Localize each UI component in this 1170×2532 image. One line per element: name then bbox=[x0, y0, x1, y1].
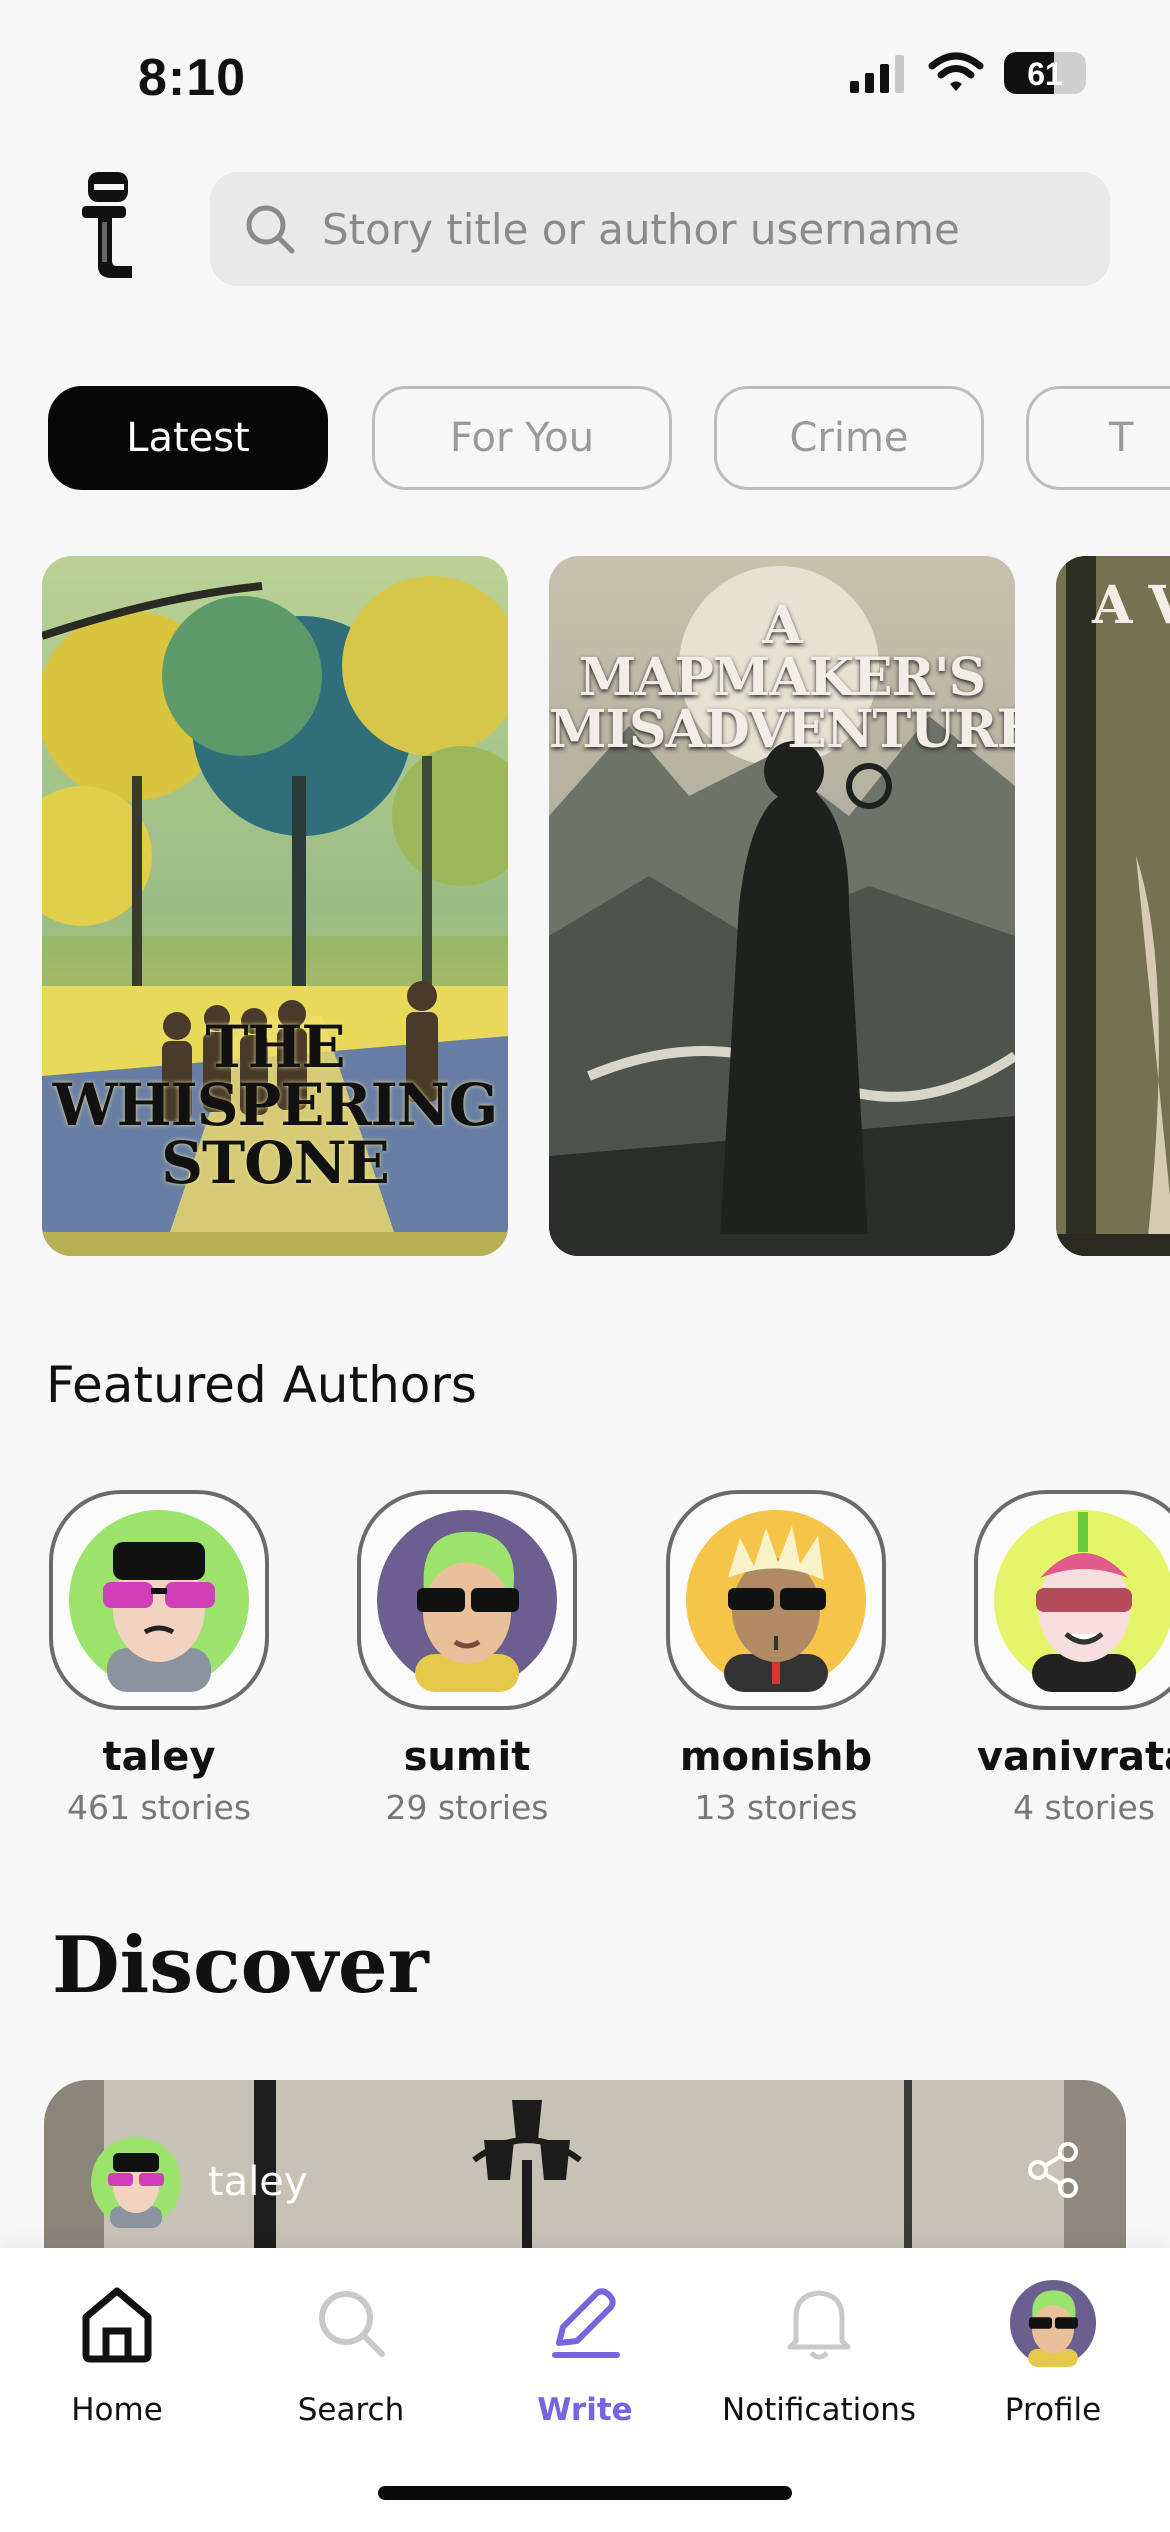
author-story-count: 461 stories bbox=[66, 1788, 252, 1827]
battery-icon: 61 bbox=[1004, 52, 1086, 94]
cover-title-line: THE bbox=[205, 1013, 345, 1081]
featured-authors-title: Featured Authors bbox=[46, 1356, 477, 1414]
card-author[interactable]: taley bbox=[90, 2136, 308, 2228]
nav-label: Home bbox=[71, 2392, 163, 2428]
app-logo[interactable] bbox=[72, 166, 152, 286]
wifi-icon bbox=[928, 52, 984, 91]
author-card-taley[interactable]: taley 461 stories bbox=[19, 1490, 299, 1827]
cover-title-line: D bbox=[1092, 632, 1170, 684]
nav-label: Write bbox=[537, 2392, 633, 2428]
nav-notifications[interactable]: Notifications bbox=[702, 2278, 936, 2428]
cellular-signal-icon bbox=[850, 55, 904, 93]
search-icon bbox=[319, 2291, 385, 2357]
avatar bbox=[91, 2137, 181, 2228]
author-story-count: 13 stories bbox=[694, 1788, 858, 1827]
avatar bbox=[994, 1510, 1170, 1692]
share-icon[interactable] bbox=[1026, 2142, 1082, 2198]
home-icon bbox=[82, 2287, 152, 2363]
nav-profile[interactable]: Profile bbox=[936, 2278, 1170, 2428]
nav-label: Notifications bbox=[721, 2392, 917, 2428]
author-name: taley bbox=[102, 1734, 216, 1780]
story-cover-partial[interactable]: A V D bbox=[1056, 556, 1170, 1256]
nav-home[interactable]: Home bbox=[0, 2278, 234, 2428]
cover-title-line: A V bbox=[1092, 575, 1170, 636]
status-bar: 8:10 61 bbox=[0, 0, 1170, 150]
cover-title: A V D bbox=[1092, 580, 1170, 684]
search-input[interactable] bbox=[322, 204, 1082, 254]
bell-icon bbox=[787, 2290, 851, 2360]
author-name: monishb bbox=[679, 1734, 873, 1780]
author-card-monishb[interactable]: monishb 13 stories bbox=[636, 1490, 916, 1827]
author-avatar-frame bbox=[49, 1490, 269, 1710]
author-avatar-frame bbox=[357, 1490, 577, 1710]
author-card-vanivrata[interactable]: vanivrata 4 stories bbox=[944, 1490, 1170, 1827]
category-tabs: Latest For You Crime T bbox=[48, 386, 1170, 492]
cover-title-line: A bbox=[762, 595, 802, 656]
nav-write[interactable]: Write bbox=[468, 2278, 702, 2428]
featured-authors-list: taley 461 stories sumit 29 stories monis… bbox=[0, 1490, 1170, 1850]
author-card-sumit[interactable]: sumit 29 stories bbox=[327, 1490, 607, 1827]
nav-search[interactable]: Search bbox=[234, 2278, 468, 2428]
status-time: 8:10 bbox=[138, 49, 247, 107]
tab-partial[interactable]: T bbox=[1026, 386, 1170, 490]
story-carousel: THE WHISPERING STONE A MAPMAKER'S MISADV… bbox=[0, 556, 1170, 1256]
nav-label: Profile bbox=[1004, 2392, 1102, 2428]
discover-title: Discover bbox=[52, 1920, 429, 2011]
search-bar[interactable] bbox=[210, 172, 1110, 286]
author-name: sumit bbox=[403, 1734, 531, 1780]
card-author-name: taley bbox=[208, 2159, 308, 2205]
author-story-count: 29 stories bbox=[385, 1788, 549, 1827]
cover-title: A MAPMAKER'S MISADVENTURES bbox=[549, 600, 1015, 756]
author-avatar-frame bbox=[666, 1490, 886, 1710]
cover-title: THE WHISPERING STONE bbox=[42, 1018, 508, 1192]
author-name: vanivrata bbox=[976, 1734, 1170, 1780]
nav-label: Search bbox=[297, 2392, 405, 2428]
battery-percent: 61 bbox=[1027, 56, 1063, 92]
avatar bbox=[377, 1510, 557, 1692]
profile-avatar-icon bbox=[1009, 2279, 1097, 2367]
cover-title-line: MAPMAKER'S bbox=[578, 647, 986, 708]
cover-title-line: STONE bbox=[161, 1129, 390, 1197]
cover-title-line: WHISPERING bbox=[52, 1071, 499, 1139]
tab-for-you[interactable]: For You bbox=[372, 386, 672, 490]
avatar bbox=[686, 1510, 866, 1692]
avatar bbox=[69, 1510, 249, 1692]
author-story-count: 4 stories bbox=[1012, 1788, 1156, 1827]
tab-latest[interactable]: Latest bbox=[48, 386, 328, 490]
story-cover-mapmakers-misadventures[interactable]: A MAPMAKER'S MISADVENTURES bbox=[549, 556, 1015, 1256]
tab-crime[interactable]: Crime bbox=[714, 386, 984, 490]
pencil-icon bbox=[552, 2288, 620, 2358]
status-icons: 61 bbox=[848, 52, 1086, 94]
author-avatar-frame bbox=[974, 1490, 1170, 1710]
cover-title-line: MISADVENTURES bbox=[549, 699, 1015, 760]
search-icon bbox=[246, 205, 295, 254]
story-cover-whispering-stone[interactable]: THE WHISPERING STONE bbox=[42, 556, 508, 1256]
app-screen: 8:10 61 Story title or author username L… bbox=[0, 0, 1170, 2532]
home-indicator bbox=[378, 2486, 792, 2500]
